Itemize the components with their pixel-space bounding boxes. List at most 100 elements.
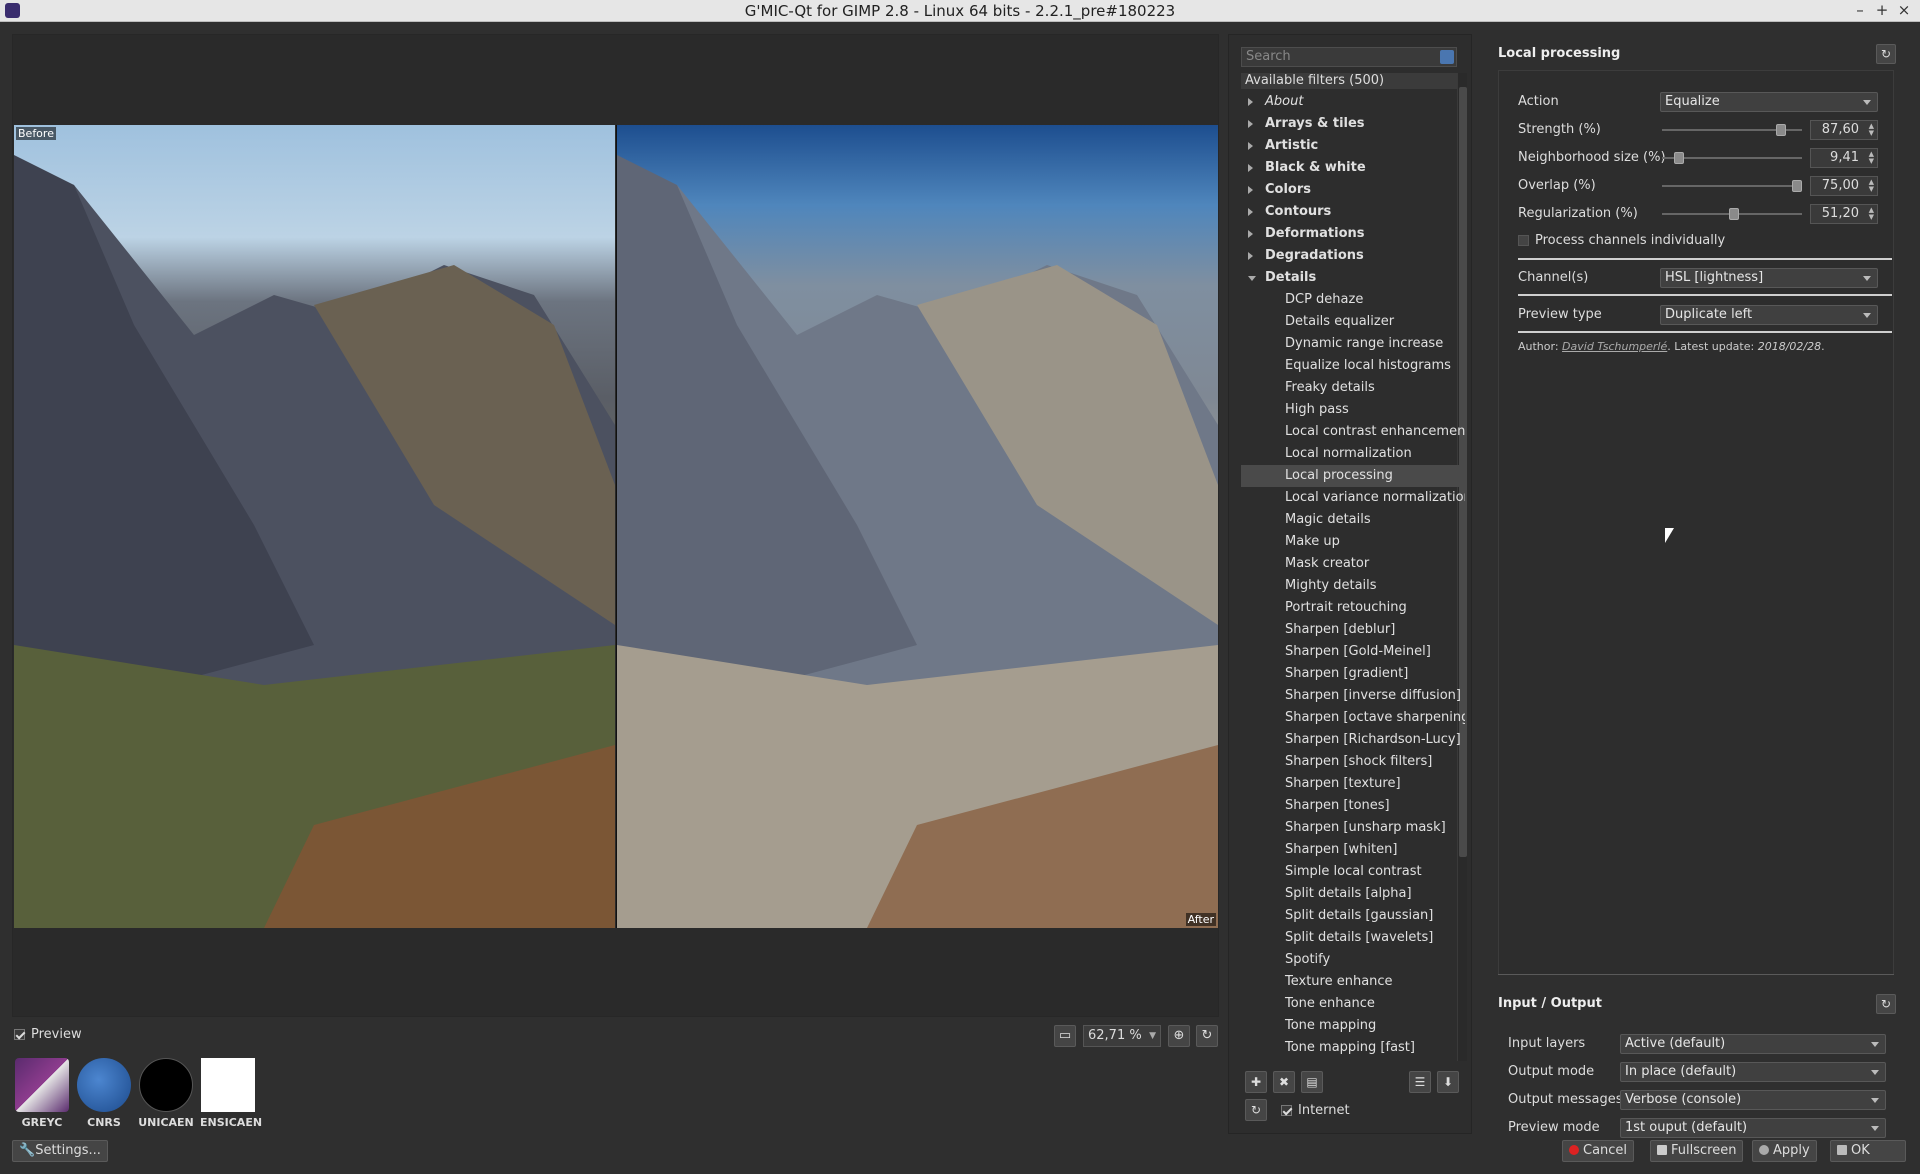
strength-slider[interactable]	[1662, 120, 1802, 140]
strength-spinbox[interactable]: 87,60 ▲ ▼	[1810, 120, 1878, 140]
output-messages-select[interactable]: Verbose (console)	[1620, 1090, 1886, 1110]
zoom-field[interactable]: 62,71 % ▼	[1083, 1025, 1161, 1047]
filter-item[interactable]: Sharpen [whiten]	[1241, 839, 1465, 861]
filters-header[interactable]: Available filters (500)	[1241, 73, 1457, 89]
filter-item[interactable]: Dynamic range increase	[1241, 333, 1465, 355]
filter-item[interactable]: Magic details	[1241, 509, 1465, 531]
checkbox-checked-icon[interactable]	[1281, 1105, 1292, 1116]
chevron-right-icon[interactable]	[1248, 142, 1253, 150]
filter-category[interactable]: Details	[1241, 267, 1465, 289]
regularization-spinbox[interactable]: 51,20 ▲ ▼	[1810, 204, 1878, 224]
neighborhood-slider[interactable]	[1662, 148, 1802, 168]
filter-item[interactable]: Sharpen [Gold-Meinel]	[1241, 641, 1465, 663]
filter-category[interactable]: Colors	[1241, 179, 1465, 201]
search-icon[interactable]	[1440, 50, 1454, 64]
slider-handle[interactable]	[1776, 124, 1786, 136]
filter-item[interactable]: Split details [alpha]	[1241, 883, 1465, 905]
internet-checkbox[interactable]: Internet	[1281, 1103, 1350, 1118]
filter-item[interactable]: Texture enhance	[1241, 971, 1465, 993]
close-button[interactable]: ×	[1896, 1, 1912, 19]
filter-item[interactable]: Mask creator	[1241, 553, 1465, 575]
chevron-right-icon[interactable]	[1248, 230, 1253, 238]
filter-item[interactable]: Simple local contrast	[1241, 861, 1465, 883]
filter-item[interactable]: Split details [wavelets]	[1241, 927, 1465, 949]
input-layers-select[interactable]: Active (default)	[1620, 1034, 1886, 1054]
preview-image-after[interactable]: After	[617, 125, 1218, 928]
overlap-slider[interactable]	[1662, 176, 1802, 196]
preview-mode-select[interactable]: 1st ouput (default)	[1620, 1118, 1886, 1138]
filter-category[interactable]: Deformations	[1241, 223, 1465, 245]
chevron-right-icon[interactable]	[1248, 98, 1253, 106]
maximize-button[interactable]: +	[1874, 1, 1890, 19]
filter-item[interactable]: Tone mapping [fast]	[1241, 1037, 1465, 1059]
chevron-right-icon[interactable]	[1248, 208, 1253, 216]
filter-item[interactable]: Sharpen [Richardson-Lucy]	[1241, 729, 1465, 751]
chevron-right-icon[interactable]	[1248, 186, 1253, 194]
filter-item[interactable]: DCP dehaze	[1241, 289, 1465, 311]
rename-favorite-button[interactable]: ▤	[1301, 1071, 1323, 1093]
filter-item[interactable]: Sharpen [gradient]	[1241, 663, 1465, 685]
filter-item[interactable]: Equalize local histograms	[1241, 355, 1465, 377]
filter-item[interactable]: Sharpen [deblur]	[1241, 619, 1465, 641]
filter-tree[interactable]: About Arrays & tiles Artistic Black & white…	[1241, 91, 1465, 1061]
io-splitter[interactable]	[1498, 974, 1894, 975]
preview-type-select[interactable]: Duplicate left	[1660, 305, 1878, 325]
slider-handle[interactable]	[1729, 208, 1739, 220]
select-filters-button[interactable]: ☰	[1409, 1071, 1431, 1093]
update-filters-button[interactable]: ↻	[1245, 1099, 1267, 1121]
filter-item[interactable]: Sharpen [octave sharpening]	[1241, 707, 1465, 729]
checkbox-unchecked-icon[interactable]	[1518, 235, 1529, 246]
slider-handle[interactable]	[1792, 180, 1802, 192]
filter-item[interactable]: Sharpen [unsharp mask]	[1241, 817, 1465, 839]
chevron-right-icon[interactable]	[1248, 164, 1253, 172]
filter-item[interactable]: Spotify	[1241, 949, 1465, 971]
filter-item[interactable]: Mighty details	[1241, 575, 1465, 597]
filter-item[interactable]: Split details [gaussian]	[1241, 905, 1465, 927]
filter-category[interactable]: Black & white	[1241, 157, 1465, 179]
spin-arrows-icon[interactable]: ▲ ▼	[1869, 207, 1874, 221]
fullscreen-button[interactable]: Fullscreen	[1650, 1140, 1744, 1162]
reset-io-button[interactable]: ↻	[1876, 994, 1896, 1014]
apply-button[interactable]: Apply	[1752, 1140, 1817, 1162]
expand-collapse-button[interactable]: ⬇	[1437, 1071, 1459, 1093]
filter-item[interactable]: Local variance normalization	[1241, 487, 1465, 509]
preview-checkbox[interactable]: Preview	[14, 1027, 82, 1042]
author-link[interactable]: David Tschumperlé	[1562, 340, 1667, 353]
regularization-slider[interactable]	[1662, 204, 1802, 224]
filter-item[interactable]: Local contrast enhancement	[1241, 421, 1465, 443]
minimize-button[interactable]: –	[1852, 1, 1868, 19]
reset-parameters-button[interactable]: ↻	[1876, 44, 1896, 64]
filter-item[interactable]: Freaky details	[1241, 377, 1465, 399]
overlap-spinbox[interactable]: 75,00 ▲ ▼	[1810, 176, 1878, 196]
spin-arrows-icon[interactable]: ▲ ▼	[1869, 151, 1874, 165]
spin-arrows-icon[interactable]: ▲ ▼	[1869, 123, 1874, 137]
search-input[interactable]: Search	[1241, 47, 1457, 67]
filter-item[interactable]: Sharpen [texture]	[1241, 773, 1465, 795]
filter-item[interactable]: High pass	[1241, 399, 1465, 421]
cancel-button[interactable]: Cancel	[1562, 1140, 1635, 1162]
spin-arrows-icon[interactable]: ▲ ▼	[1869, 179, 1874, 193]
filter-item[interactable]: Local normalization	[1241, 443, 1465, 465]
neighborhood-spinbox[interactable]: 9,41 ▲ ▼	[1810, 148, 1878, 168]
process-channels-checkbox[interactable]: Process channels individually	[1518, 233, 1725, 248]
filter-item[interactable]: Details equalizer	[1241, 311, 1465, 333]
ok-button[interactable]: OK	[1830, 1140, 1906, 1162]
checkbox-checked-icon[interactable]	[14, 1029, 25, 1040]
filter-item[interactable]: Make up	[1241, 531, 1465, 553]
filter-category[interactable]: About	[1241, 91, 1465, 113]
filter-item[interactable]: Sharpen [inverse diffusion]	[1241, 685, 1465, 707]
preview-panel[interactable]: Before After	[12, 34, 1219, 1017]
action-select[interactable]: Equalize	[1660, 92, 1878, 112]
filter-category[interactable]: Arrays & tiles	[1241, 113, 1465, 135]
zoom-reset-button[interactable]: ↻	[1196, 1025, 1218, 1047]
filter-item[interactable]: Tone enhance	[1241, 993, 1465, 1015]
filter-item[interactable]: Portrait retouching	[1241, 597, 1465, 619]
zoom-out-button[interactable]: ▭	[1054, 1025, 1076, 1047]
zoom-in-button[interactable]: ⊕	[1168, 1025, 1190, 1047]
filter-item[interactable]: Local processing	[1241, 465, 1465, 487]
remove-favorite-button[interactable]: ✖	[1273, 1071, 1295, 1093]
slider-handle[interactable]	[1674, 152, 1684, 164]
preview-image-before[interactable]: Before	[14, 125, 615, 928]
add-favorite-button[interactable]: ✚	[1245, 1071, 1267, 1093]
filter-category[interactable]: Degradations	[1241, 245, 1465, 267]
